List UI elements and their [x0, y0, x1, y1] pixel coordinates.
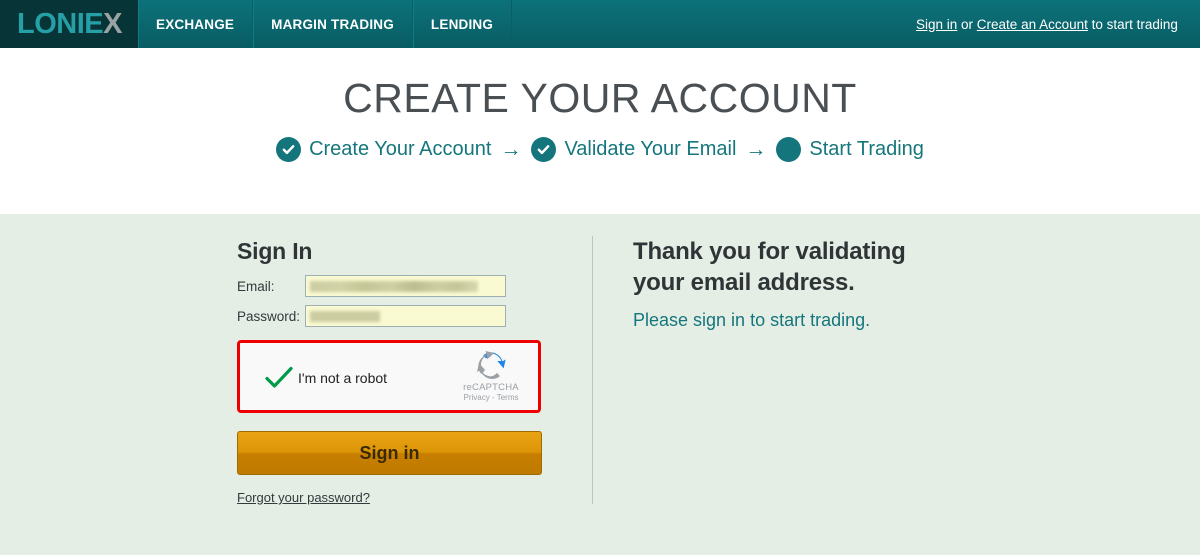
step-validate-your-email: Validate Your Email: [531, 137, 737, 163]
nav-tabs: EXCHANGE MARGIN TRADING LENDING: [138, 0, 513, 48]
password-field-row: Password:: [237, 305, 547, 327]
nav-tab-lending-label: LENDING: [430, 16, 494, 32]
signup-step-indicator: Create Your Account → Validate Your Emai…: [0, 137, 1200, 163]
password-label: Password:: [237, 308, 301, 324]
logo-wordmark: LONIEX: [17, 7, 122, 40]
recaptcha-widget[interactable]: I'm not a robot reCAPTCHA Privacy - Term…: [237, 340, 541, 413]
recaptcha-branding: reCAPTCHA Privacy - Terms: [453, 349, 529, 403]
email-input[interactable]: [305, 275, 506, 297]
site-logo[interactable]: LONIEX: [0, 0, 138, 48]
nav-tab-lending[interactable]: LENDING: [413, 0, 513, 48]
recaptcha-brand-name: reCAPTCHA: [463, 382, 519, 393]
nav-account-area: Sign in or Create an Account to start tr…: [910, 0, 1200, 48]
nav-tab-exchange[interactable]: EXCHANGE: [138, 0, 254, 48]
recaptcha-checked-icon[interactable]: [264, 365, 294, 396]
nav-tab-margin-trading[interactable]: MARGIN TRADING: [253, 0, 413, 48]
check-circle-icon: [276, 137, 302, 163]
step-start-trading: Start Trading: [776, 137, 924, 163]
email-label: Email:: [237, 278, 275, 294]
validation-message-title: Thank you for validating your email addr…: [633, 236, 1033, 298]
sign-in-heading: Sign In: [237, 238, 313, 264]
logo-text: LONIEX: [17, 8, 122, 41]
password-input[interactable]: [305, 305, 506, 327]
step-validate-your-email-label: Validate Your Email: [564, 138, 737, 161]
hero-section: CREATE YOUR ACCOUNT Create Your Account …: [0, 48, 1200, 214]
recaptcha-logo-icon: [453, 349, 529, 381]
validation-message-subtitle: Please sign in to start trading.: [633, 310, 871, 330]
step-create-your-account-label: Create Your Account: [309, 138, 492, 161]
password-redacted-value: [310, 311, 380, 322]
recaptcha-label: I'm not a robot: [298, 370, 388, 386]
nav-trailing-text: to start trading: [1087, 16, 1178, 32]
sign-in-form: Sign In Email: Password: I'm not a robot…: [237, 238, 547, 505]
forgot-password-link[interactable]: Forgot your password?: [237, 490, 370, 505]
top-navbar: LONIEX EXCHANGE MARGIN TRADING LENDING S…: [0, 0, 1200, 48]
step-arrow-icon-1: →: [500, 138, 522, 162]
filled-circle-icon: [776, 137, 802, 163]
validation-message-title-line1: Thank you for validating: [633, 238, 906, 265]
nav-tab-exchange-label: EXCHANGE: [156, 16, 235, 32]
step-create-your-account: Create Your Account: [276, 137, 492, 163]
email-redacted-value: [310, 281, 478, 292]
nav-separator-text: or: [957, 16, 977, 32]
step-start-trading-label: Start Trading: [809, 138, 924, 161]
step-arrow-icon-2: →: [745, 138, 767, 162]
check-circle-icon: [531, 137, 557, 163]
sign-in-button[interactable]: Sign in: [237, 431, 542, 475]
validation-message-title-line2: your email address.: [633, 269, 855, 296]
nav-sign-in-link[interactable]: Sign in: [916, 17, 957, 32]
recaptcha-privacy-terms[interactable]: Privacy - Terms: [453, 393, 529, 403]
nav-tab-margin-trading-label: MARGIN TRADING: [271, 16, 394, 32]
validation-message: Thank you for validating your email addr…: [633, 236, 1033, 332]
nav-create-account-link[interactable]: Create an Account: [977, 17, 1088, 32]
page-title: CREATE YOUR ACCOUNT: [343, 75, 857, 121]
email-field-row: Email:: [237, 275, 547, 297]
main-section: Sign In Email: Password: I'm not a robot…: [0, 214, 1200, 555]
column-divider: [592, 236, 593, 504]
